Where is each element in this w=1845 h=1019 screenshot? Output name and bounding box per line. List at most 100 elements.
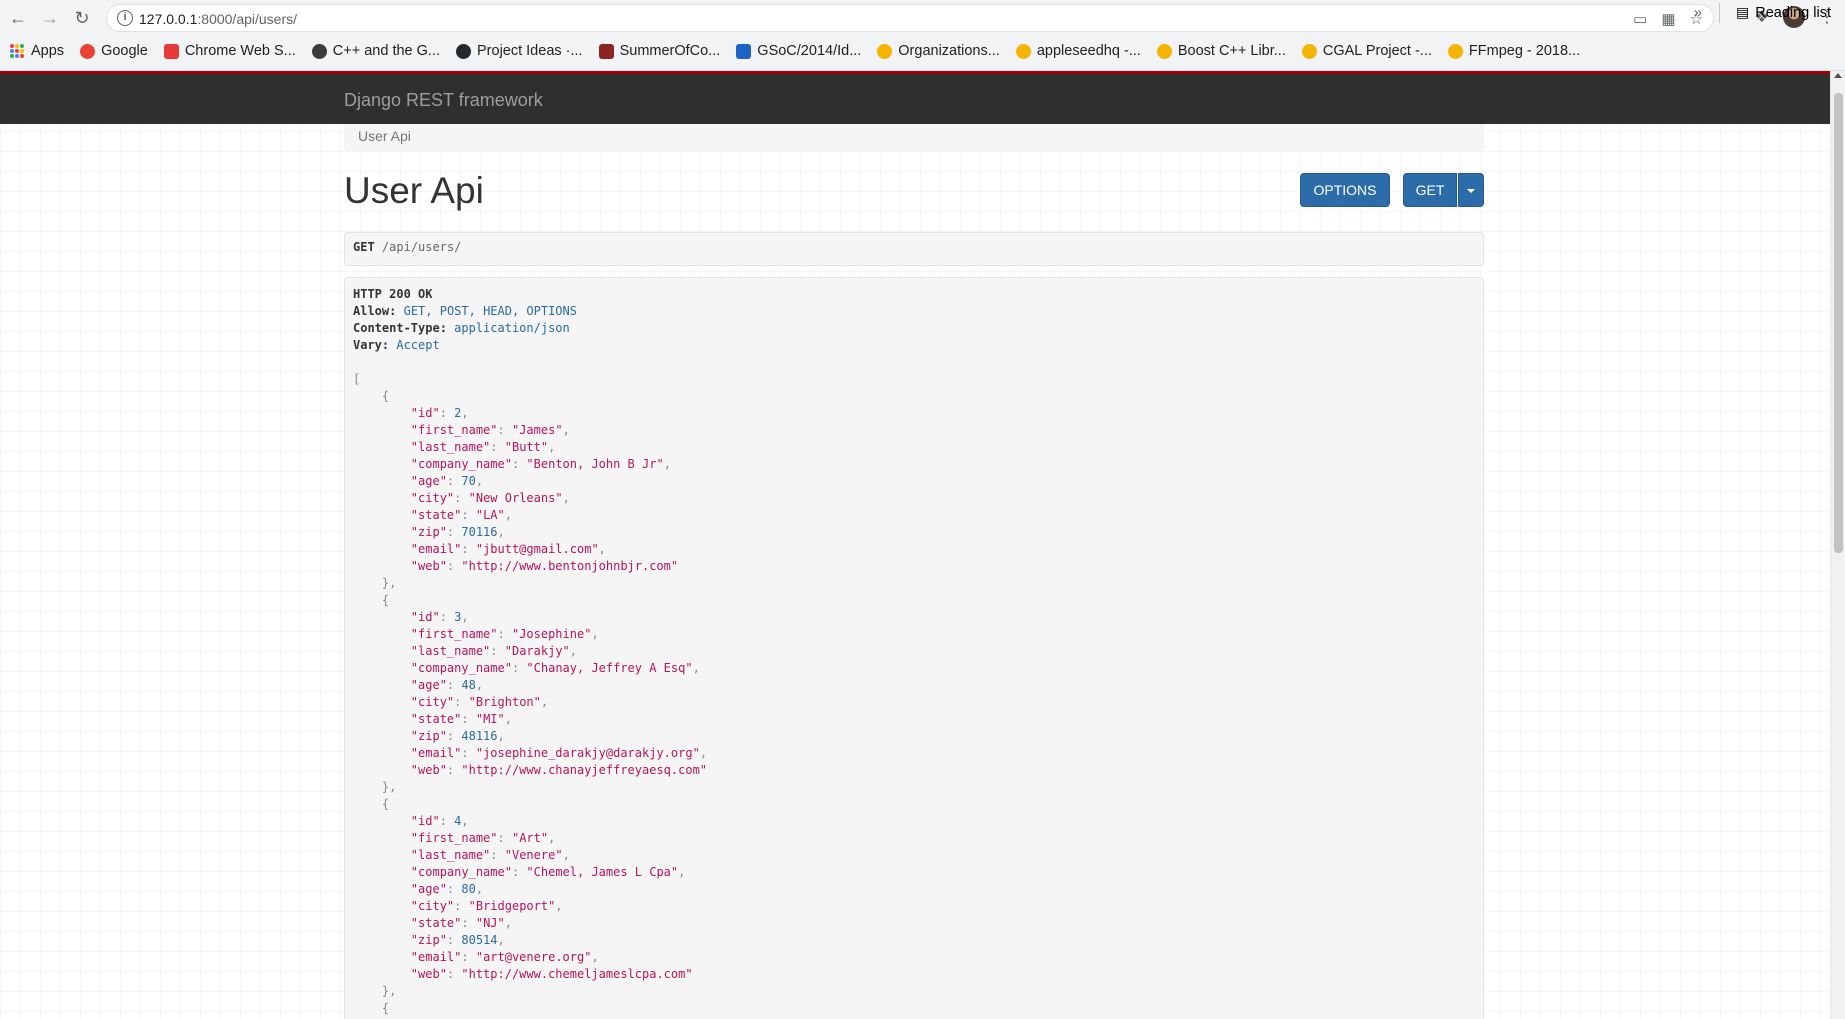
request-path: /api/users/ (381, 240, 462, 254)
top-navbar: Django REST framework (0, 71, 1830, 124)
bookmark-item[interactable]: Organizations... (877, 43, 1000, 59)
json-value: "Butt" (504, 440, 549, 454)
bookmark-label: C++ and the G... (332, 43, 440, 59)
json-value: "Venere" (504, 848, 563, 862)
reading-list-label: Reading list (1755, 4, 1831, 21)
scroll-up-arrow-icon[interactable] (1834, 73, 1842, 78)
json-value: "http://www.bentonjohnbjr.com" (461, 559, 679, 573)
options-button[interactable]: OPTIONS (1300, 173, 1390, 207)
breadcrumb-item-user-api[interactable]: User Api (358, 128, 411, 144)
get-format-dropdown-toggle[interactable] (1458, 173, 1484, 207)
bookmark-item[interactable]: SummerOfCo... (598, 43, 721, 59)
json-string-content: LA (483, 508, 498, 522)
json-line: "first_name": "Art", (410, 831, 556, 845)
cast-icon[interactable]: ▭ (1633, 10, 1647, 28)
json-string-content: art@venere.org (483, 950, 585, 964)
bookmark-item[interactable]: CGAL Project -... (1301, 43, 1432, 59)
json-key: "email" (410, 746, 462, 760)
json-line: { (381, 797, 390, 811)
scrollbar-thumb[interactable] (1834, 93, 1843, 553)
bookmark-item[interactable]: Project Ideas ·... (456, 43, 583, 59)
json-value: "James" (511, 423, 563, 437)
bookmark-label: Chrome Web S... (184, 43, 296, 59)
json-string-content: Venere (511, 848, 556, 862)
bookmark-label: Project Ideas ·... (477, 43, 583, 59)
json-value: "http://www.chemeljameslcpa.com" (461, 967, 693, 981)
bookmark-label: SummerOfCo... (619, 43, 721, 59)
bookmarks-overflow-chevron-icon[interactable]: » (1694, 4, 1702, 21)
json-line: "state": "MI", (410, 712, 512, 726)
gsoc-sun-icon (1156, 43, 1172, 59)
qr-code-icon[interactable]: ▦ (1661, 10, 1675, 28)
json-line: "state": "NJ", (410, 916, 512, 930)
json-value: "Art" (511, 831, 549, 845)
reload-icon[interactable]: ↻ (70, 6, 94, 30)
address-bar[interactable]: i 127.0.0.1:8000/api/users/ ▭ ▦ ☆ (106, 4, 1714, 32)
bookmark-item[interactable]: GSoC/2014/Id... (736, 43, 861, 59)
json-key: "state" (410, 508, 462, 522)
apps-grid-icon (10, 43, 25, 59)
forward-arrow-icon[interactable]: → (38, 6, 62, 30)
json-key: "web" (410, 763, 447, 777)
json-line: "city": "Brighton", (410, 695, 549, 709)
json-line: "zip": 70116, (410, 525, 505, 539)
bookmark-label: Boost C++ Libr... (1177, 43, 1286, 59)
bookmark-label: GSoC/2014/Id... (757, 43, 862, 59)
url-path: :8000/api/users/ (197, 11, 298, 27)
bookmark-item[interactable]: Google (80, 43, 148, 59)
json-value: "Chemel, James L Cpa" (526, 865, 679, 879)
json-line: "age": 48, (410, 678, 484, 692)
get-button[interactable]: GET (1403, 173, 1457, 207)
reading-list-button[interactable]: ▤ Reading list (1736, 4, 1831, 21)
globe-icon (311, 43, 327, 59)
json-key: "first_name" (410, 831, 498, 845)
json-value: "josephine_darakjy@darakjy.org" (475, 746, 700, 760)
json-line: { (381, 1001, 390, 1015)
bookmark-item[interactable]: C++ and the G... (311, 43, 440, 59)
json-string-content: Chemel, James L Cpa (533, 865, 671, 879)
json-line: "id": 4, (410, 814, 469, 828)
json-key: "email" (410, 950, 462, 964)
page-scrollbar[interactable] (1830, 71, 1845, 1019)
back-arrow-icon[interactable]: ← (6, 6, 30, 30)
json-key: "id" (410, 814, 440, 828)
json-string-content: NJ (483, 916, 498, 930)
json-line: "age": 80, (410, 882, 484, 896)
json-line: "web": "http://www.bentonjohnbjr.com" (410, 559, 679, 573)
json-line: "id": 2, (410, 406, 469, 420)
bookmark-item[interactable]: Boost C++ Libr... (1156, 43, 1286, 59)
address-url[interactable]: 127.0.0.1:8000/api/users/ (139, 11, 297, 27)
json-value: 48 (461, 678, 476, 692)
site-info-icon[interactable]: i (117, 10, 133, 26)
bookmark-item[interactable]: FFmpeg - 2018... (1447, 43, 1580, 59)
bookmark-label: Google (101, 43, 148, 59)
json-string-content: Bridgeport (475, 899, 549, 913)
bookmark-item[interactable]: appleseedhq -... (1015, 43, 1141, 59)
bookmark-item[interactable]: Apps (10, 43, 64, 59)
json-key: "web" (410, 967, 447, 981)
json-key: "last_name" (410, 848, 491, 862)
url-host: 127.0.0.1 (139, 11, 198, 27)
request-info: GET /api/users/ (344, 232, 1484, 266)
page-viewport: Django REST framework User Api User Api … (0, 71, 1830, 1019)
json-value: "Brighton" (468, 695, 541, 709)
header-value: application/json (454, 321, 570, 335)
json-value: 80514 (461, 933, 498, 947)
json-key: "zip" (410, 729, 447, 743)
chrome-web-store-icon (163, 43, 179, 59)
brand-link[interactable]: Django REST framework (344, 90, 543, 111)
json-string-content: New Orleans (475, 491, 556, 505)
json-value: "NJ" (475, 916, 505, 930)
json-value: "Benton, John B Jr" (526, 457, 664, 471)
json-string-content: Darakjy (511, 644, 563, 658)
bookmark-item[interactable]: Chrome Web S... (163, 43, 296, 59)
json-key: "company_name" (410, 661, 512, 675)
json-line: "company_name": "Chanay, Jeffrey A Esq", (410, 661, 700, 675)
json-string-content: Benton, John B Jr (533, 457, 657, 471)
browser-chrome: ← → ↻ i 127.0.0.1:8000/api/users/ ▭ ▦ ☆ … (0, 0, 1845, 71)
response-info: HTTP 200 OK Allow: GET, POST, HEAD, OPTI… (344, 277, 1484, 1019)
json-line: "company_name": "Benton, John B Jr", (410, 457, 671, 471)
json-value: "New Orleans" (468, 491, 563, 505)
json-key: "age" (410, 474, 447, 488)
breadcrumb: User Api (344, 124, 1484, 151)
